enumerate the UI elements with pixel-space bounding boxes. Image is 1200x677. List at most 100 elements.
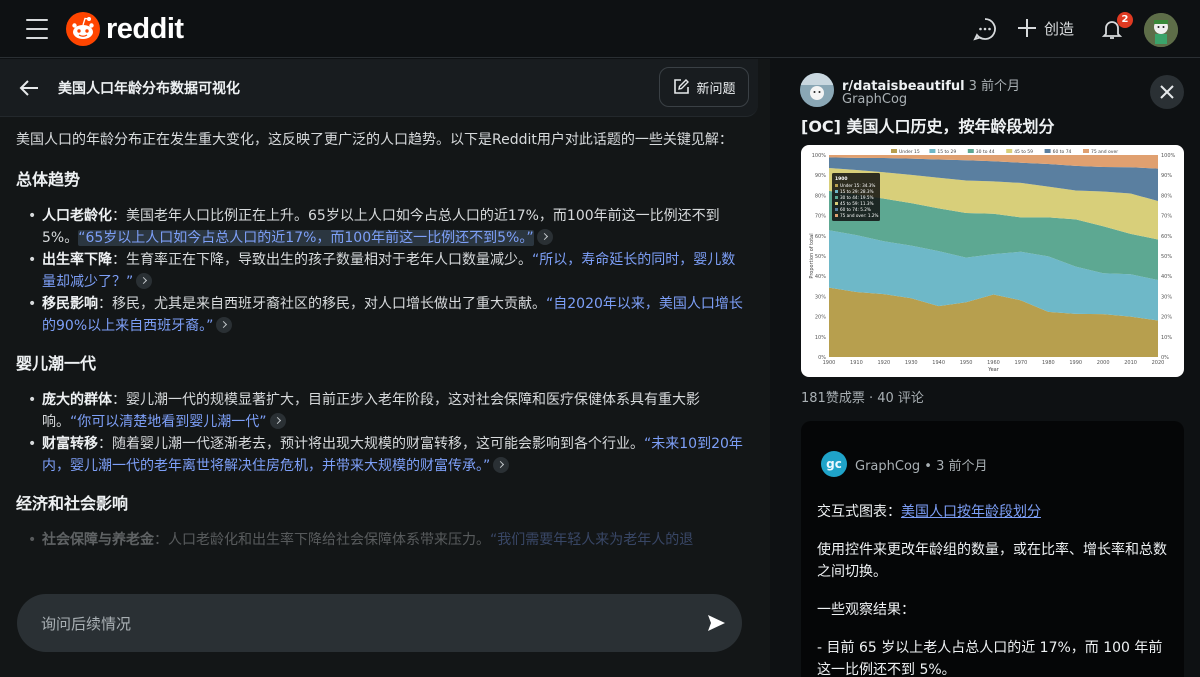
new-question-label: 新问题 xyxy=(696,81,736,97)
section-heading: 经济和社会影响 xyxy=(16,494,129,513)
tooltip-line: 45 to 59: 11.3% xyxy=(840,201,874,206)
tooltip-line: Under 15: 34.3% xyxy=(840,183,875,188)
legend-entry: 60 to 74 xyxy=(1053,149,1072,155)
y-tick-label: 20% xyxy=(1161,315,1172,321)
y-tick-label: 30% xyxy=(1161,294,1172,300)
y-tick-label: 20% xyxy=(815,315,826,321)
y-tick-label: 60% xyxy=(815,234,826,240)
x-tick-label: 1950 xyxy=(960,360,973,366)
item-quote-link[interactable]: “你可以清楚地看到婴儿潮一代” xyxy=(70,414,267,430)
chat-icon[interactable] xyxy=(972,16,998,42)
intro-text: 美国人口的年龄分布正在发生重大变化，这反映了更广泛的人口趋势。以下是Reddit… xyxy=(16,132,733,148)
follow-up-placeholder: 询问后续情况 xyxy=(41,615,132,633)
x-tick-label: 1990 xyxy=(1069,360,1082,366)
item-term: 财富转移 xyxy=(42,436,98,452)
x-tick-label: 1960 xyxy=(987,360,1000,366)
reddit-logo[interactable]: reddit xyxy=(66,12,184,46)
plus-icon xyxy=(1018,19,1036,37)
source-panel: r/dataisbeautiful 3 前个月 GraphCog [OC] 美国人… xyxy=(784,59,1200,677)
chevron-right-icon[interactable] xyxy=(216,317,233,333)
legend-swatch xyxy=(891,149,897,153)
create-button[interactable]: 创造 xyxy=(1016,17,1074,39)
post-author[interactable]: GraphCog xyxy=(842,92,907,107)
population-area-chart: 0% 0%10% 10%20% 20%30% 30%40% 40%50% 50%60% 60%… xyxy=(809,149,1176,373)
tooltip-swatch xyxy=(835,202,838,205)
legend-swatch xyxy=(1006,149,1013,153)
item-term: 人口老龄化 xyxy=(42,208,112,224)
item-quote-link[interactable]: “65岁以上人口如今占总人口的近17%，而100年前这一比例还不到5%。” xyxy=(78,230,534,246)
comment-paragraph: 交互式图表：美国人口按年龄段划分 xyxy=(817,501,1172,523)
chevron-right-icon[interactable] xyxy=(536,229,553,245)
interactive-chart-link[interactable]: 美国人口按年龄段划分 xyxy=(901,504,1041,520)
new-question-button[interactable]: 新问题 xyxy=(659,67,749,107)
y-tick-label: 90% xyxy=(815,173,826,179)
y-tick-label: 100% xyxy=(812,153,827,159)
comment-time: 3 前个月 xyxy=(936,459,988,474)
y-tick-label: 10% xyxy=(1161,335,1172,341)
answer-panel: 美国人口年龄分布数据可视化 新问题 美国人口的年龄分布正在发生重大变化，这反映了… xyxy=(0,59,770,677)
create-label: 创造 xyxy=(1044,19,1075,38)
x-tick-label: 1920 xyxy=(877,360,890,366)
list-item: 财富转移：随着婴儿潮一代逐渐老去，预计将出现大规模的财富转移，这可能会影响到各个… xyxy=(28,433,746,477)
send-icon[interactable] xyxy=(706,613,726,633)
tooltip-line: 60 to 74: 5.2% xyxy=(840,207,871,212)
x-tick-label: 2010 xyxy=(1124,360,1137,366)
x-axis-label: Year xyxy=(987,367,1000,373)
legend-entry: 30 to 44 xyxy=(976,149,995,155)
x-tick-label: 2020 xyxy=(1152,360,1165,366)
post-time: 3 前个月 xyxy=(968,79,1021,94)
legend-entry: 15 to 29 xyxy=(937,149,956,155)
comment-author[interactable]: GraphCog xyxy=(855,459,920,474)
follow-up-input[interactable]: 询问后续情况 xyxy=(17,594,742,652)
item-term: 出生率下降 xyxy=(42,252,112,268)
avatar[interactable] xyxy=(1144,13,1178,47)
x-tick-label: 1940 xyxy=(932,360,945,366)
commenter-avatar[interactable]: gc xyxy=(821,451,847,477)
item-term: 庞大的群体 xyxy=(42,392,112,408)
y-tick-label: 80% xyxy=(815,193,826,199)
section-heading: 婴儿潮一代 xyxy=(16,354,97,373)
list-item: 出生率下降：生育率正在下降，导致出生的孩子数量相对于老年人口数量减少。“所以，寿… xyxy=(28,249,746,293)
x-tick-label: 1970 xyxy=(1015,360,1028,366)
section-heading: 总体趋势 xyxy=(16,170,81,189)
subreddit-avatar[interactable] xyxy=(800,73,834,107)
y-tick-label: 40% xyxy=(815,274,826,280)
post-stats: 181赞成票 · 40 评论 xyxy=(801,391,924,406)
y-tick-label: 10% xyxy=(815,335,826,341)
comment-body: 交互式图表：美国人口按年龄段划分 使用控件来更改年龄组的数量，或在比率、增长率和… xyxy=(817,501,1172,677)
comment-meta: GraphCog • 3 前个月 xyxy=(855,459,988,474)
y-tick-label: 80% xyxy=(1161,193,1172,199)
top-header: reddit 创造 2 xyxy=(0,0,1200,58)
item-term: 移民影响 xyxy=(42,296,98,312)
y-tick-label: 70% xyxy=(1161,214,1172,220)
legend-swatch xyxy=(929,149,936,153)
post-title[interactable]: [OC] 美国人口历史，按年龄段划分 xyxy=(801,113,1055,137)
answer-content: 美国人口的年龄分布正在发生重大变化，这反映了更广泛的人口趋势。以下是Reddit… xyxy=(16,129,746,567)
y-tick-label: 50% xyxy=(815,254,826,260)
legend-swatch xyxy=(967,149,974,153)
item-text: ：移民，尤其是来自西班牙裔社区的移民，对人口增长做出了重大贡献。 xyxy=(98,296,546,312)
x-tick-label: 1980 xyxy=(1042,360,1055,366)
item-text: ：生育率正在下降，导致出生的孩子数量相对于老年人口数量减少。 xyxy=(112,252,532,268)
reddit-logo-icon xyxy=(66,12,100,46)
comment-prefix: 交互式图表： xyxy=(817,504,901,520)
chevron-right-icon[interactable] xyxy=(136,273,153,289)
menu-icon[interactable] xyxy=(26,19,48,39)
list-item: 人口老龄化：美国老年人口比例正在上升。65岁以上人口如今占总人口的近17%，而1… xyxy=(28,205,746,249)
page-title: 美国人口年龄分布数据可视化 xyxy=(58,81,240,97)
back-arrow-icon[interactable] xyxy=(18,76,42,100)
bullet-list: 人口老龄化：美国老年人口比例正在上升。65岁以上人口如今占总人口的近17%，而1… xyxy=(16,205,746,337)
chevron-right-icon[interactable] xyxy=(493,457,510,473)
comment-paragraph: 使用控件来更改年龄组的数量，或在比率、增长率和总数之间切换。 xyxy=(817,542,1167,580)
comment-paragraph: 一些观察结果： xyxy=(817,602,915,618)
item-quote-link[interactable]: “我们需要年轻人来为老年人的退 xyxy=(490,532,693,548)
y-tick-label: 50% xyxy=(1161,254,1172,260)
tooltip-swatch xyxy=(835,214,838,217)
y-tick-label: 100% xyxy=(1161,153,1176,159)
close-button[interactable] xyxy=(1150,75,1184,109)
post-chart-image[interactable]: 0% 0% 10% 10% 20% 20% 30% 30% 40% 40% 50% 50% 60% 60%… xyxy=(801,145,1184,377)
y-tick-label: 60% xyxy=(1161,234,1172,240)
chevron-right-icon[interactable] xyxy=(269,413,286,429)
item-text: ：人口老龄化和出生率下降给社会保障体系带来压力。 xyxy=(154,532,490,548)
tooltip-line: 15 to 29: 28.3% xyxy=(840,189,874,194)
